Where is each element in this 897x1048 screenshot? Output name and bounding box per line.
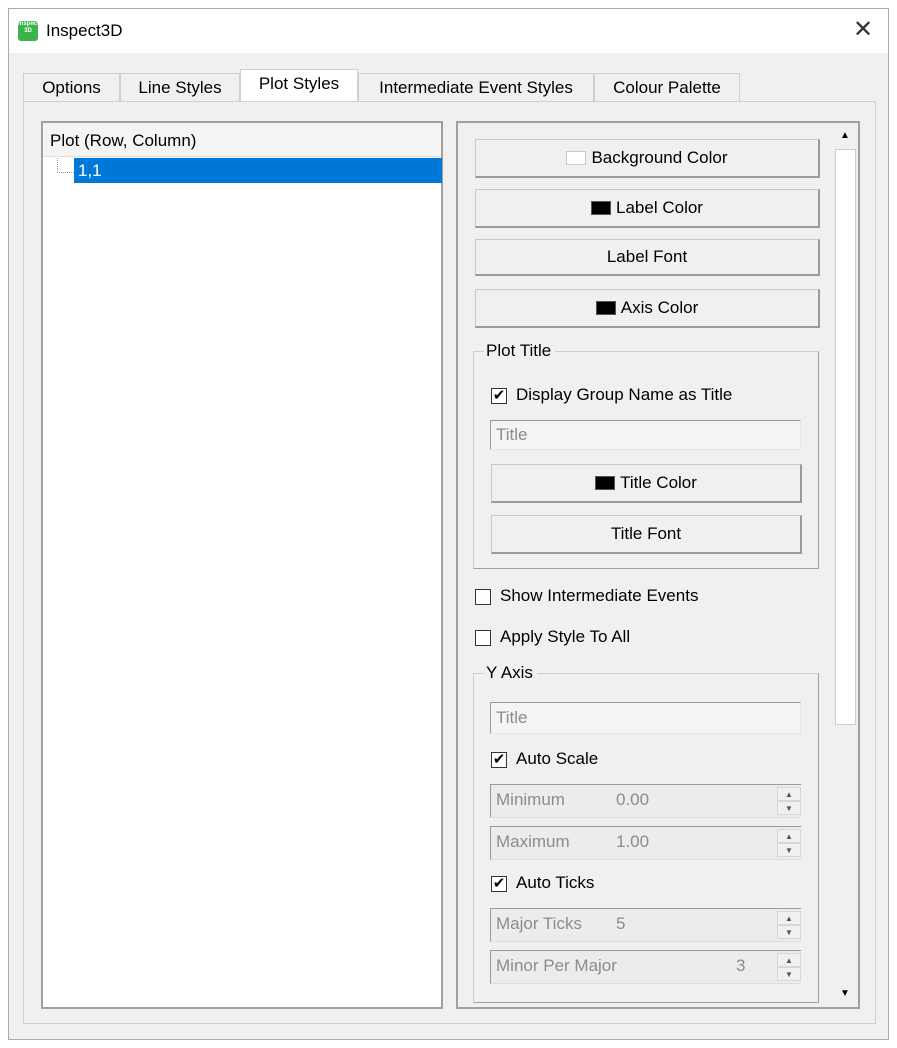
maximum-label: Maximum [496, 832, 570, 851]
spin-up-button[interactable]: ▲ [777, 911, 801, 925]
window-title: Inspect3D [46, 21, 123, 40]
plot-style-settings: Background Color Label Color Label Font … [456, 121, 860, 1009]
tab-label: Line Styles [138, 78, 222, 97]
minor-per-major-spin-buttons: ▲ ▼ [777, 953, 801, 981]
close-icon: ✕ [852, 16, 874, 43]
plot-title-input[interactable]: Title [490, 420, 801, 450]
app-window: Inspect 3D Inspect3D ✕ Options Line Styl… [8, 8, 889, 1040]
auto-ticks-label: Auto Ticks [516, 873, 595, 892]
tab-intermediate-event-styles[interactable]: Intermediate Event Styles [358, 73, 594, 101]
check-icon: ✔ [492, 875, 506, 892]
plot-tree[interactable]: Plot (Row, Column) 1,1 [41, 121, 443, 1009]
tab-panel: Plot (Row, Column) 1,1 Background Color … [23, 101, 876, 1024]
spin-down-button[interactable]: ▼ [777, 801, 801, 815]
minimum-spinbox[interactable]: Minimum 0.00 ▲ ▼ [490, 784, 801, 818]
tab-line-styles[interactable]: Line Styles [120, 73, 240, 101]
maximum-spinbox[interactable]: Maximum 1.00 ▲ ▼ [490, 826, 801, 860]
check-icon: ✔ [492, 751, 506, 768]
chevron-down-icon: ▼ [785, 970, 793, 979]
vertical-scrollbar[interactable]: ▲ ▼ [832, 123, 858, 1007]
title-bar: Inspect 3D Inspect3D ✕ [9, 9, 888, 53]
background-color-swatch [566, 151, 587, 165]
title-color-swatch [595, 476, 616, 490]
show-intermediate-events-label: Show Intermediate Events [500, 586, 699, 605]
minimum-value: 0.00 [616, 790, 650, 809]
app-logo-icon: Inspect 3D [18, 21, 39, 41]
minimum-spin-buttons: ▲ ▼ [777, 787, 801, 815]
maximum-spin-buttons: ▲ ▼ [777, 829, 801, 857]
label-color-swatch [591, 201, 612, 215]
minor-per-major-spinbox[interactable]: Minor Per Major 3 ▲ ▼ [490, 950, 801, 984]
y-axis-group: Y Axis Title ✔ Auto Scale Minimum 0.00 ▲… [473, 663, 819, 1003]
tab-label: Intermediate Event Styles [379, 78, 573, 97]
scroll-down-button[interactable]: ▼ [832, 981, 858, 1007]
label-font-button[interactable]: Label Font [475, 239, 820, 276]
chevron-up-icon: ▲ [785, 790, 793, 799]
chevron-down-icon: ▼ [785, 846, 793, 855]
y-axis-group-label: Y Axis [484, 663, 537, 683]
tree-header[interactable]: Plot (Row, Column) [43, 123, 441, 157]
scroll-down-icon: ▼ [840, 988, 850, 999]
chevron-up-icon: ▲ [785, 832, 793, 841]
tab-label: Options [42, 78, 101, 97]
chevron-down-icon: ▼ [785, 804, 793, 813]
major-ticks-label: Major Ticks [496, 914, 582, 933]
tab-plot-styles[interactable]: Plot Styles [240, 69, 358, 101]
scroll-up-button[interactable]: ▲ [832, 123, 858, 149]
chevron-down-icon: ▼ [785, 928, 793, 937]
label-color-button[interactable]: Label Color [475, 189, 820, 228]
title-color-button[interactable]: Title Color [491, 464, 802, 503]
tab-label: Colour Palette [613, 78, 721, 97]
display-group-name-checkbox[interactable]: ✔ [491, 388, 507, 404]
display-group-name-label: Display Group Name as Title [516, 385, 733, 404]
tab-options[interactable]: Options [23, 73, 120, 101]
button-label: Axis Color [620, 298, 699, 317]
button-label: Background Color [591, 148, 728, 167]
background-color-button[interactable]: Background Color [475, 139, 820, 178]
y-axis-title-input[interactable]: Title [490, 702, 801, 734]
spin-down-button[interactable]: ▼ [777, 967, 801, 981]
tree-connector-line [57, 158, 74, 173]
tab-colour-palette[interactable]: Colour Palette [594, 73, 740, 101]
minor-per-major-value: 3 [736, 956, 746, 975]
auto-scale-checkbox[interactable]: ✔ [491, 752, 507, 768]
tree-item[interactable]: 1,1 [74, 158, 442, 183]
title-font-button[interactable]: Title Font [491, 515, 802, 554]
tab-label: Plot Styles [258, 74, 340, 93]
button-label: Label Font [606, 247, 688, 266]
major-ticks-spin-buttons: ▲ ▼ [777, 911, 801, 939]
apply-style-to-all-label: Apply Style To All [500, 627, 631, 646]
scrollbar-thumb[interactable] [835, 149, 856, 725]
spin-down-button[interactable]: ▼ [777, 843, 801, 857]
auto-ticks-checkbox[interactable]: ✔ [491, 876, 507, 892]
plot-title-group: Plot Title ✔ Display Group Name as Title… [473, 341, 819, 569]
maximum-value: 1.00 [616, 832, 650, 851]
spin-up-button[interactable]: ▲ [777, 829, 801, 843]
spin-up-button[interactable]: ▲ [777, 787, 801, 801]
check-icon: ✔ [492, 387, 506, 404]
plot-title-group-label: Plot Title [484, 341, 556, 361]
auto-scale-label: Auto Scale [516, 749, 599, 768]
spin-up-button[interactable]: ▲ [777, 953, 801, 967]
minor-per-major-label: Minor Per Major [496, 956, 617, 975]
show-intermediate-events-checkbox[interactable] [475, 589, 491, 605]
axis-color-button[interactable]: Axis Color [475, 289, 820, 328]
close-button[interactable]: ✕ [845, 15, 881, 47]
apply-style-to-all-checkbox[interactable] [475, 630, 491, 646]
chevron-up-icon: ▲ [785, 956, 793, 965]
button-label: Title Color [620, 473, 697, 492]
button-label: Label Color [616, 198, 703, 217]
scroll-up-icon: ▲ [840, 130, 850, 141]
minimum-label: Minimum [496, 790, 565, 809]
axis-color-swatch [595, 301, 616, 315]
major-ticks-spinbox[interactable]: Major Ticks 5 ▲ ▼ [490, 908, 801, 942]
major-ticks-value: 5 [616, 914, 626, 933]
button-label: Title Font [610, 524, 682, 543]
spin-down-button[interactable]: ▼ [777, 925, 801, 939]
chevron-up-icon: ▲ [785, 914, 793, 923]
